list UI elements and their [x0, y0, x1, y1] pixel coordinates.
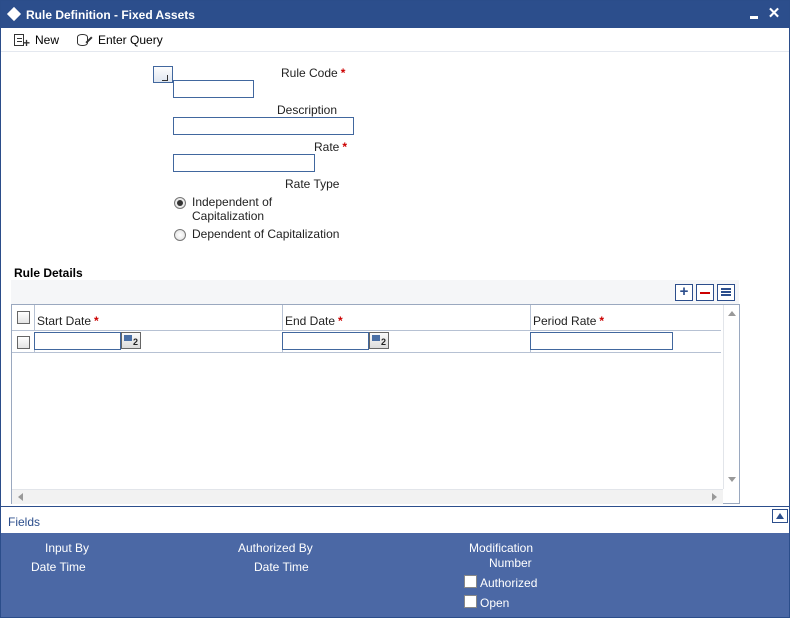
period-rate-header: Period Rate * — [533, 314, 604, 328]
diamond-icon — [6, 6, 22, 22]
rate-type-label: Rate Type — [285, 177, 340, 191]
table-row: 2 2 — [12, 332, 721, 353]
horizontal-scrollbar[interactable] — [12, 489, 723, 504]
calendar-icon[interactable]: 2 — [121, 332, 141, 349]
description-input[interactable] — [173, 117, 354, 135]
start-date-header-text: Start Date — [37, 314, 92, 328]
radio-independent-label: Independent of Capitalization — [192, 195, 272, 223]
column-divider — [282, 305, 283, 330]
end-date-input[interactable] — [282, 332, 369, 350]
new-label: New — [35, 33, 60, 47]
calendar-icon[interactable]: 2 — [369, 332, 389, 349]
authorized-label: Authorized — [480, 576, 538, 590]
title-bar: Rule Definition - Fixed Assets ✕ — [1, 1, 789, 28]
required-mark: * — [94, 314, 99, 328]
rule-details-title: Rule Details — [14, 266, 83, 280]
enter-query-label: Enter Query — [98, 33, 163, 47]
select-all-checkbox[interactable] — [17, 311, 30, 324]
modification-number-label: Number — [489, 556, 532, 570]
fields-bar: Fields — [1, 506, 789, 533]
open-label: Open — [480, 596, 510, 610]
scroll-left-icon[interactable] — [18, 493, 23, 501]
authorized-checkbox[interactable] — [464, 575, 477, 588]
column-divider — [530, 305, 531, 330]
radio-independent-line1: Independent of — [192, 195, 273, 209]
fields-link[interactable]: Fields — [8, 515, 40, 529]
rule-code-input[interactable] — [173, 80, 254, 98]
radio-dependent[interactable]: Dependent of Capitalization — [174, 227, 339, 241]
row-checkbox[interactable] — [17, 336, 30, 349]
collapse-icon[interactable] — [772, 509, 788, 523]
scroll-up-icon[interactable] — [728, 311, 736, 316]
start-date-input[interactable] — [34, 332, 121, 350]
required-mark: * — [342, 140, 348, 154]
grid-toolbar: + — [11, 280, 739, 304]
input-by-label: Input By — [45, 541, 90, 555]
toolbar: + New Enter Query — [1, 28, 789, 52]
radio-independent[interactable]: Independent of Capitalization — [174, 195, 272, 223]
lov-icon[interactable] — [153, 66, 173, 83]
single-view-icon[interactable] — [717, 284, 735, 301]
required-mark: * — [340, 66, 346, 80]
authorized-date-time-label: Date Time — [254, 560, 309, 574]
required-mark: * — [338, 314, 343, 328]
end-date-header-text: End Date — [285, 314, 336, 328]
rule-definition-window: Rule Definition - Fixed Assets ✕ + New E… — [0, 0, 790, 618]
close-icon[interactable]: ✕ — [766, 4, 782, 22]
radio-button-dependent[interactable] — [174, 229, 186, 241]
enter-query-button[interactable]: Enter Query — [76, 30, 163, 50]
start-date-header: Start Date * — [37, 314, 99, 328]
audit-panel: Input By Date Time Authorized By Date Ti… — [1, 533, 789, 617]
rate-label: Rate * — [314, 140, 347, 154]
new-icon: + — [13, 32, 31, 49]
minimize-icon[interactable] — [747, 8, 761, 22]
description-label: Description — [277, 103, 338, 117]
radio-button-independent[interactable] — [174, 197, 186, 209]
column-divider — [34, 305, 35, 330]
vertical-scrollbar[interactable] — [723, 305, 739, 489]
add-row-icon[interactable]: + — [675, 284, 693, 301]
window-title: Rule Definition - Fixed Assets — [26, 8, 195, 22]
enter-query-icon — [76, 32, 94, 48]
radio-dependent-label: Dependent of Capitalization — [192, 227, 340, 241]
end-date-header: End Date * — [285, 314, 343, 328]
rate-label-text: Rate — [314, 140, 340, 154]
scroll-down-icon[interactable] — [728, 477, 736, 482]
input-date-time-label: Date Time — [31, 560, 86, 574]
grid-header: Start Date * End Date * Period Rate * — [12, 305, 721, 331]
rate-input[interactable] — [173, 154, 315, 172]
period-rate-input[interactable] — [530, 332, 673, 350]
delete-row-icon[interactable] — [696, 284, 714, 301]
open-checkbox[interactable] — [464, 595, 477, 608]
rule-code-label: Rule Code * — [281, 66, 345, 80]
rule-code-label-text: Rule Code — [281, 66, 338, 80]
rule-details-grid: Start Date * End Date * Period Rate * 2 2 — [11, 304, 740, 504]
authorized-by-label: Authorized By — [238, 541, 313, 555]
modification-label: Modification — [469, 541, 534, 555]
radio-independent-line2: Capitalization — [192, 209, 265, 223]
period-rate-header-text: Period Rate — [533, 314, 597, 328]
required-mark: * — [599, 314, 605, 328]
new-button[interactable]: + New — [13, 30, 59, 50]
scroll-right-icon[interactable] — [712, 493, 717, 501]
